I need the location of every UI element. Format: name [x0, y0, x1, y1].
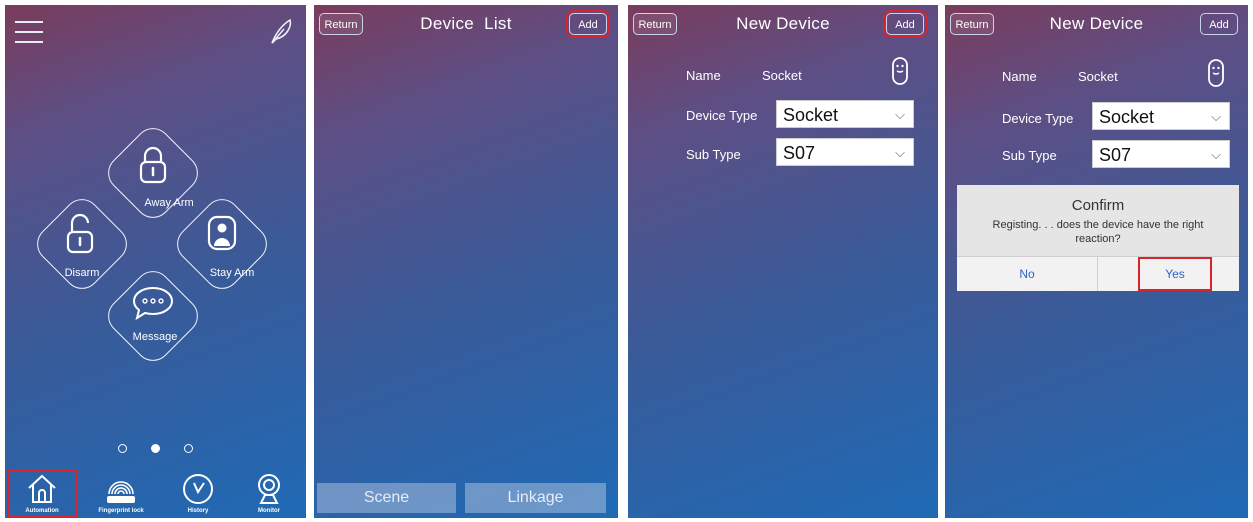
chat-bubble-icon [132, 286, 174, 321]
sub-type-label: Sub Type [686, 147, 741, 162]
dialog-message: Registing. . . does the device have the … [992, 219, 1204, 245]
return-button[interactable]: Return [633, 13, 677, 35]
page-dot[interactable] [184, 444, 193, 453]
lock-icon [139, 146, 167, 184]
device-list-screen: Return Device List Add Scene Linkage [314, 5, 618, 518]
page-dot[interactable] [118, 444, 127, 453]
fingerprint-icon [107, 481, 135, 503]
message-label: Message [132, 331, 178, 343]
sub-type-label: Sub Type [1002, 148, 1057, 163]
nav-label: Fingerprint lock [98, 508, 144, 514]
nav-label: History [187, 508, 209, 514]
socket-icon [892, 57, 908, 85]
bottom-nav: Automation Fingerprint lock History Moni… [5, 456, 306, 518]
disarm-label: Disarm [64, 267, 100, 279]
device-type-label: Device Type [1002, 111, 1074, 126]
camera-icon [258, 474, 280, 504]
nav-label: Automation [25, 508, 59, 514]
chevron-down-icon: ⌵ [1211, 109, 1221, 124]
name-label: Name [1002, 69, 1037, 84]
name-label: Name [686, 68, 721, 83]
chevron-down-icon: ⌵ [895, 145, 905, 160]
dialog-button-bar: No Yes [957, 256, 1239, 291]
stay-arm-label: Stay Arm [209, 267, 255, 279]
device-type-label: Device Type [686, 108, 758, 123]
confirm-dialog: Confirm Registing. . . does the device h… [957, 185, 1239, 291]
name-value: Socket [762, 68, 802, 83]
nav-fingerprint-lock[interactable]: Fingerprint lock [86, 472, 156, 514]
history-icon [183, 474, 213, 504]
sub-type-select[interactable]: S07 ⌵ [1092, 140, 1230, 168]
name-value: Socket [1078, 69, 1118, 84]
add-button[interactable]: Add [1200, 13, 1238, 35]
device-type-value: Socket [783, 105, 839, 125]
socket-icon [1208, 59, 1224, 87]
return-button[interactable]: Return [319, 13, 363, 35]
device-type-value: Socket [1099, 107, 1155, 127]
tab-linkage[interactable]: Linkage [465, 483, 606, 513]
stay-icon [207, 215, 237, 251]
sub-type-select[interactable]: S07 ⌵ [776, 138, 914, 166]
no-button[interactable]: No [957, 257, 1098, 291]
return-button[interactable]: Return [950, 13, 994, 35]
add-button[interactable]: Add [566, 10, 610, 38]
nav-label: Monitor [258, 508, 280, 514]
sub-type-value: S07 [1099, 145, 1132, 165]
tab-scene[interactable]: Scene [317, 483, 456, 513]
device-type-select[interactable]: Socket ⌵ [1092, 102, 1230, 130]
add-button[interactable]: Add [883, 10, 927, 38]
away-arm-label: Away Arm [144, 197, 194, 209]
menu-icon[interactable] [15, 21, 43, 43]
page-dot-active[interactable] [151, 444, 160, 453]
nav-automation[interactable]: Automation [7, 469, 77, 517]
home-icon [28, 474, 56, 503]
sub-type-value: S07 [783, 143, 816, 163]
nav-monitor[interactable]: Monitor [234, 472, 304, 514]
new-device-confirm-screen: Return New Device Add Name Socket Device… [945, 5, 1248, 518]
home-screen: Away Arm Disarm Stay Arm Message Automat… [5, 5, 306, 518]
chevron-down-icon: ⌵ [1211, 147, 1221, 162]
device-type-select[interactable]: Socket ⌵ [776, 100, 914, 128]
feather-icon[interactable] [268, 17, 294, 45]
nav-history[interactable]: History [163, 472, 233, 514]
unlock-icon [66, 213, 94, 254]
yes-button[interactable]: Yes [1138, 257, 1212, 291]
dialog-title: Confirm [1071, 197, 1125, 214]
chevron-down-icon: ⌵ [895, 107, 905, 122]
new-device-screen: Return New Device Add Name Socket Device… [628, 5, 938, 518]
